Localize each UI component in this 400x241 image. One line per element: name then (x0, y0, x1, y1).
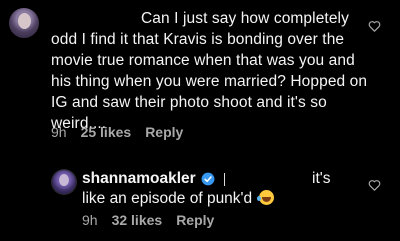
comment-user-line: shannamoakler (82, 170, 225, 188)
avatar[interactable] (9, 8, 39, 38)
comment-text: Can I just say how completely odd I find… (51, 10, 368, 132)
likes-count[interactable]: 32 likes (112, 212, 163, 228)
comment-text-line: like an episode of punk'd (82, 190, 275, 208)
verified-badge-icon (201, 172, 215, 186)
avatar[interactable] (52, 170, 76, 194)
reply-button[interactable]: Reply (176, 212, 214, 228)
comment-text: like an episode of punk'd (82, 190, 253, 207)
username-link[interactable]: shannamoakler (82, 170, 196, 188)
reply-button[interactable]: Reply (145, 124, 183, 140)
comment-timestamp: 9h (82, 212, 98, 228)
comment-item: Can I just say how completely odd I find… (0, 0, 400, 150)
comment-item: shannamoakler it's like an episode of pu… (0, 160, 400, 241)
heart-outline-icon[interactable] (368, 179, 381, 191)
text-cursor (223, 172, 225, 186)
heart-outline-icon[interactable] (368, 20, 381, 32)
comment-text: it's (312, 170, 331, 187)
comment-timestamp: 9h (51, 124, 67, 140)
tears-of-joy-emoji-icon (257, 190, 275, 205)
likes-count[interactable]: 25 likes (81, 124, 132, 140)
comment-meta: 9h 32 likes Reply (82, 212, 214, 228)
comment-meta: 9h 25 likes Reply (51, 124, 183, 140)
